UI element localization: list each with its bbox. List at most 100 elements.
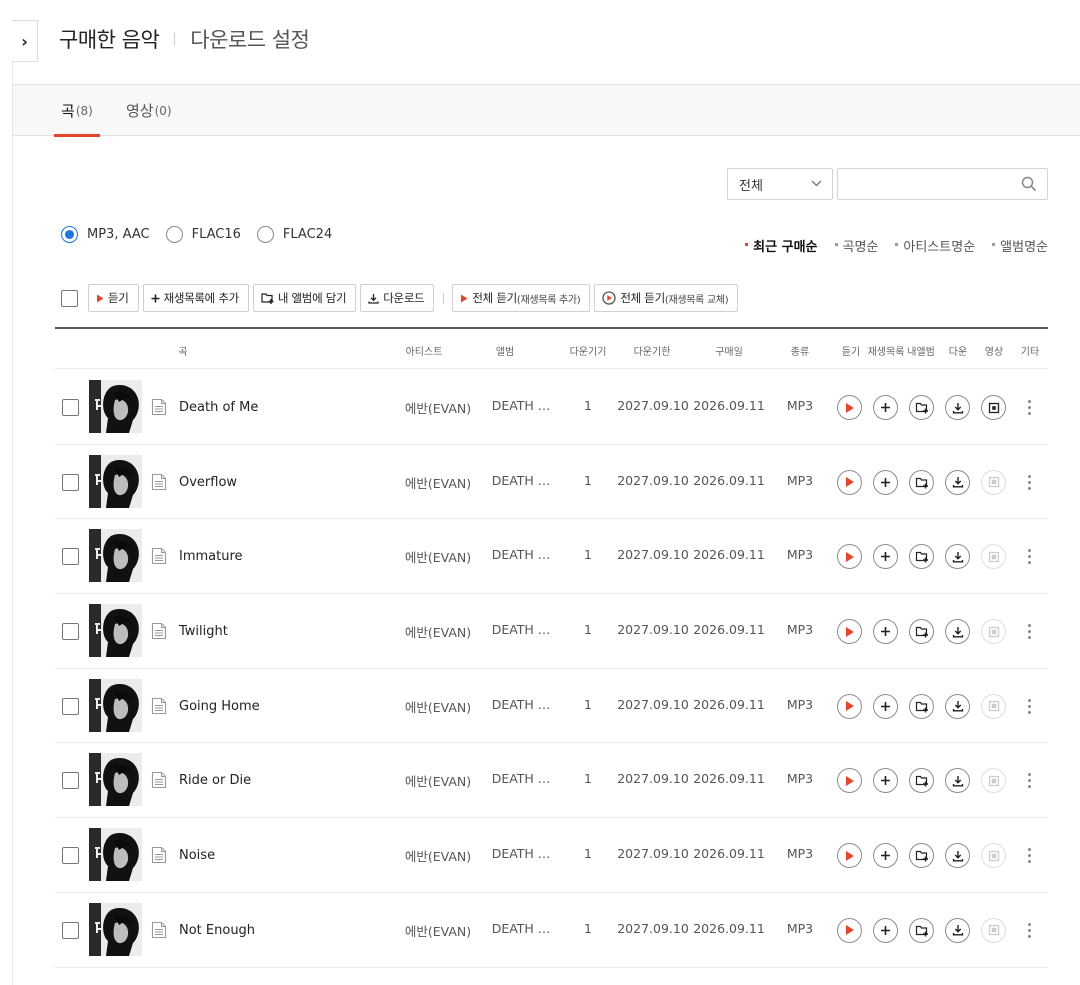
- format-radio-mp3[interactable]: MP3, AAC: [61, 226, 150, 243]
- more-vertical-icon[interactable]: [1021, 395, 1037, 420]
- row-checkbox[interactable]: [62, 399, 79, 416]
- lyrics-document-icon[interactable]: [151, 697, 167, 715]
- row-checkbox[interactable]: [62, 847, 79, 865]
- album-name[interactable]: DEATH …: [492, 547, 551, 562]
- row-add-playlist-button[interactable]: [873, 544, 898, 570]
- song-title[interactable]: Overflow: [179, 475, 237, 490]
- filter-select[interactable]: 전체: [727, 168, 833, 200]
- artist-name[interactable]: 에반(EVAN): [405, 547, 471, 566]
- artist-name[interactable]: 에반(EVAN): [405, 771, 471, 790]
- artist-name[interactable]: 에반(EVAN): [405, 473, 471, 492]
- row-add-album-button[interactable]: [909, 917, 934, 943]
- lyrics-document-icon[interactable]: [151, 622, 167, 640]
- row-add-playlist-button[interactable]: [873, 469, 898, 495]
- song-title[interactable]: Not Enough: [179, 923, 255, 938]
- album-name[interactable]: DEATH …: [492, 771, 551, 786]
- row-video-button[interactable]: [981, 395, 1006, 420]
- lyrics-document-icon[interactable]: [151, 846, 167, 864]
- download-button[interactable]: 다운로드: [360, 284, 435, 312]
- song-title[interactable]: Death of Me: [179, 400, 258, 415]
- row-download-button[interactable]: [945, 395, 970, 420]
- row-add-playlist-button[interactable]: [873, 768, 898, 794]
- row-play-button[interactable]: [837, 843, 862, 869]
- search-icon[interactable]: [1021, 176, 1037, 192]
- lyrics-document-icon[interactable]: [151, 921, 167, 939]
- sort-recent[interactable]: 최근 구매순: [745, 236, 818, 255]
- more-vertical-icon[interactable]: [1021, 768, 1037, 793]
- row-play-button[interactable]: [837, 768, 862, 794]
- more-vertical-icon[interactable]: [1021, 843, 1037, 868]
- row-checkbox[interactable]: [62, 548, 79, 566]
- row-download-button[interactable]: [945, 693, 970, 719]
- row-add-playlist-button[interactable]: [873, 843, 898, 869]
- album-cover-image[interactable]: [89, 828, 142, 882]
- row-download-button[interactable]: [945, 768, 970, 794]
- row-add-playlist-button[interactable]: [873, 693, 898, 719]
- artist-name[interactable]: 에반(EVAN): [405, 697, 471, 716]
- row-add-album-button[interactable]: [909, 619, 934, 645]
- sidebar-expand-button[interactable]: ›: [12, 20, 38, 62]
- album-cover-image[interactable]: [89, 902, 142, 956]
- row-download-button[interactable]: [945, 843, 970, 869]
- album-cover-image[interactable]: [89, 454, 142, 508]
- row-play-button[interactable]: [837, 917, 862, 943]
- row-play-button[interactable]: [837, 619, 862, 645]
- more-vertical-icon[interactable]: [1021, 918, 1037, 943]
- artist-name[interactable]: 에반(EVAN): [405, 398, 471, 417]
- select-all-checkbox[interactable]: [61, 289, 78, 307]
- album-cover-image[interactable]: [89, 604, 142, 658]
- row-checkbox[interactable]: [62, 623, 79, 641]
- play-all-replace-button[interactable]: 전체 듣기 (재생목록 교체): [594, 284, 739, 312]
- more-vertical-icon[interactable]: [1021, 619, 1037, 644]
- album-cover-image[interactable]: [89, 678, 142, 732]
- add-to-playlist-button[interactable]: 재생목록에 추가: [142, 284, 249, 312]
- search-input[interactable]: [838, 169, 1013, 199]
- format-radio-flac16[interactable]: FLAC16: [165, 226, 241, 243]
- album-name[interactable]: DEATH …: [492, 697, 551, 712]
- row-add-album-button[interactable]: [909, 395, 934, 420]
- row-add-album-button[interactable]: [909, 544, 934, 570]
- album-name[interactable]: DEATH …: [492, 846, 551, 861]
- row-add-playlist-button[interactable]: [873, 917, 898, 943]
- row-download-button[interactable]: [945, 469, 970, 495]
- song-title[interactable]: Ride or Die: [179, 773, 251, 788]
- row-download-button[interactable]: [945, 917, 970, 943]
- album-cover-image[interactable]: [89, 529, 142, 583]
- row-checkbox[interactable]: [62, 921, 79, 939]
- song-title[interactable]: Going Home: [179, 699, 260, 714]
- lyrics-document-icon[interactable]: [151, 473, 167, 491]
- row-play-button[interactable]: [837, 693, 862, 719]
- song-title[interactable]: Noise: [179, 848, 215, 863]
- play-selected-button[interactable]: 듣기: [88, 284, 139, 312]
- lyrics-document-icon[interactable]: [151, 547, 167, 565]
- row-download-button[interactable]: [945, 619, 970, 645]
- tab-songs[interactable]: 곡 (8): [54, 85, 100, 137]
- sort-title[interactable]: 곡명순: [834, 236, 878, 255]
- album-name[interactable]: DEATH …: [492, 622, 551, 637]
- row-checkbox[interactable]: [62, 697, 79, 715]
- tab-videos[interactable]: 영상 (0): [126, 85, 172, 136]
- more-vertical-icon[interactable]: [1021, 544, 1037, 569]
- add-to-my-album-button[interactable]: 내 앨범에 담기: [252, 284, 357, 312]
- row-add-album-button[interactable]: [909, 693, 934, 719]
- lyrics-document-icon[interactable]: [151, 771, 167, 789]
- album-name[interactable]: DEATH …: [492, 473, 551, 488]
- song-title[interactable]: Immature: [179, 549, 243, 564]
- row-add-playlist-button[interactable]: [873, 619, 898, 645]
- more-vertical-icon[interactable]: [1021, 694, 1037, 719]
- album-cover-image[interactable]: [89, 380, 142, 433]
- artist-name[interactable]: 에반(EVAN): [405, 622, 471, 641]
- row-add-album-button[interactable]: [909, 768, 934, 794]
- sort-album[interactable]: 앨범명순: [992, 236, 1048, 255]
- play-all-add-button[interactable]: 전체 듣기 (재생목록 추가): [452, 284, 591, 312]
- row-play-button[interactable]: [837, 395, 862, 420]
- album-name[interactable]: DEATH …: [492, 398, 551, 413]
- album-cover-image[interactable]: [89, 753, 142, 807]
- more-vertical-icon[interactable]: [1021, 470, 1037, 495]
- album-name[interactable]: DEATH …: [492, 921, 551, 936]
- row-add-playlist-button[interactable]: [873, 395, 898, 420]
- lyrics-document-icon[interactable]: [151, 398, 167, 416]
- row-add-album-button[interactable]: [909, 843, 934, 869]
- row-download-button[interactable]: [945, 544, 970, 570]
- row-play-button[interactable]: [837, 469, 862, 495]
